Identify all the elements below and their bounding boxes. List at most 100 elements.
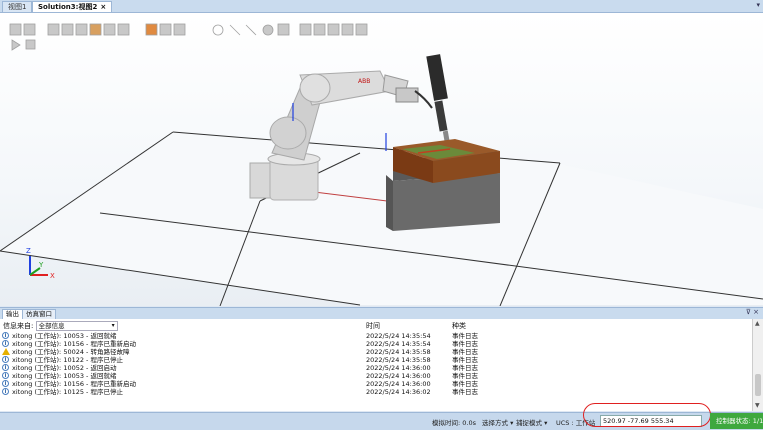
- measure-diameter-icon: [212, 24, 224, 36]
- info-icon: i: [2, 340, 9, 347]
- select-mode-dropdown[interactable]: 选择方式 ▾: [482, 417, 513, 427]
- log-time: 2022/5/24 14:36:00: [366, 364, 431, 372]
- log-category: 事件日志: [452, 388, 478, 396]
- robot-brand-label: ABB: [358, 78, 370, 85]
- controller-status[interactable]: 控制器状态: 1/1: [710, 413, 763, 429]
- log-message: xitong (工作站): 10052 - 返回启动: [12, 364, 117, 372]
- log-time: 2022/5/24 14:35:58: [366, 356, 431, 364]
- log-category: 事件日志: [452, 340, 478, 348]
- snap-local-icon: [117, 23, 130, 36]
- log-row[interactable]: i xitong (工作站): 10053 - 返回就绪 2022/5/24 14:…: [2, 372, 747, 380]
- scroll-thumb[interactable]: [755, 374, 761, 396]
- scroll-down-icon[interactable]: ▼: [755, 402, 760, 409]
- tab-solution3-view2[interactable]: Solution3:视图2 ×: [32, 1, 113, 12]
- info-icon: i: [2, 332, 9, 339]
- log-category: 事件日志: [452, 372, 478, 380]
- snap-mode-dropdown[interactable]: 捕捉模式 ▾: [516, 417, 547, 427]
- controller-count: 1/1: [752, 417, 763, 425]
- log-row[interactable]: i xitong (工作站): 10156 - 程序已重新启动 2022/5/24 …: [2, 340, 747, 348]
- log-time: 2022/5/24 14:36:00: [366, 372, 431, 380]
- log-row[interactable]: i xitong (工作站): 10156 - 程序已重新启动 2022/5/24 …: [2, 380, 747, 388]
- minimum-distance-icon: [277, 23, 290, 36]
- snap-midpoint-icon: [75, 23, 88, 36]
- tab-view1-label: 视图1: [8, 3, 27, 11]
- column-header-category[interactable]: 种类: [452, 321, 466, 331]
- log-time: 2022/5/24 14:35:54: [366, 332, 431, 340]
- floor-grid: [0, 131, 763, 306]
- measure-angle-icon: [173, 23, 186, 36]
- tab-simulation-window-label: 仿真窗口: [26, 310, 52, 318]
- red-highlight-circle: [583, 403, 711, 427]
- log-message: xitong (工作站): 50024 - 转角路径故障: [12, 348, 130, 356]
- log-category: 事件日志: [452, 364, 478, 372]
- tab-view1[interactable]: 视图1: [2, 1, 33, 12]
- log-time: 2022/5/24 14:35:58: [366, 348, 431, 356]
- log-time: 2022/5/24 14:36:02: [366, 388, 431, 396]
- sim-control-icon: [299, 23, 312, 36]
- info-icon: i: [2, 372, 9, 379]
- panel-pin-close-icon[interactable]: ⊽ ×: [746, 308, 759, 316]
- filter-row: 信息来自: 全部信息 ▾: [3, 321, 118, 331]
- stop-icon: [25, 39, 36, 50]
- tab-solution3-view2-label: Solution3:视图2: [38, 3, 98, 11]
- snap-object-icon: [47, 23, 60, 36]
- log-row[interactable]: i xitong (工作站): 10125 - 程序已停止 2022/5/24 14…: [2, 388, 747, 396]
- log-category: 事件日志: [452, 332, 478, 340]
- controller-status-label: 控制器状态:: [716, 417, 751, 425]
- measure-distance-icon: [159, 23, 172, 36]
- log-message: xitong (工作站): 10053 - 返回就绪: [12, 372, 117, 380]
- measure-line-icon: [229, 24, 241, 36]
- log-message: xitong (工作站): 10156 - 程序已重新启动: [12, 340, 136, 348]
- log-message: xitong (工作站): 10125 - 程序已停止: [12, 388, 123, 396]
- snap-edge-icon: [89, 23, 102, 36]
- document-tab-bar: 视图1 Solution3:视图2 × ▾: [0, 0, 763, 13]
- filter-label: 信息来自:: [3, 322, 34, 330]
- filter-value: 全部信息: [38, 322, 65, 330]
- snap-center-icon: [61, 23, 74, 36]
- axis-x-label: X: [50, 272, 55, 280]
- log-category: 事件日志: [452, 348, 478, 356]
- tab-menu-icon[interactable]: ▾: [756, 1, 760, 9]
- play-icon: [11, 39, 21, 51]
- scroll-up-icon[interactable]: ▲: [755, 320, 760, 327]
- info-icon: i: [2, 388, 9, 395]
- sim-setup-icon: [313, 23, 326, 36]
- info-icon: i: [2, 380, 9, 387]
- log-row[interactable]: i xitong (工作站): 10052 - 返回启动 2022/5/24 14:…: [2, 364, 747, 372]
- sim-monitor-icon: [341, 23, 354, 36]
- log-row[interactable]: xitong (工作站): 50024 - 转角路径故障 2022/5/24 14…: [2, 348, 747, 356]
- log-category: 事件日志: [452, 356, 478, 364]
- axis-z-label: Z: [26, 247, 31, 255]
- output-panel: 信息来自: 全部信息 ▾ 时间 种类 i xitong (工作站): 10053 -…: [0, 319, 752, 411]
- log-category: 事件日志: [452, 380, 478, 388]
- work-table[interactable]: [386, 139, 500, 231]
- measure-line2-icon: [245, 24, 257, 36]
- view-toolbar: [8, 23, 428, 63]
- welding-torch[interactable]: [414, 54, 451, 154]
- snap-grid-icon: [103, 23, 116, 36]
- warning-icon: [2, 348, 10, 355]
- output-scrollbar[interactable]: ▲ ▼: [752, 319, 763, 411]
- select-part-icon: [23, 23, 36, 36]
- output-tab-bar: 输出 仿真窗口 ⊽ ×: [0, 307, 763, 320]
- close-icon[interactable]: ×: [100, 3, 106, 11]
- sim-record-icon: [327, 23, 340, 36]
- log-row[interactable]: i xitong (工作站): 10053 - 返回就绪 2022/5/24 14:…: [2, 332, 747, 340]
- sim-time-text: 模拟时间: 0.0s: [432, 419, 476, 427]
- log-message: xitong (工作站): 10156 - 程序已重新启动: [12, 380, 136, 388]
- measure-point-icon: [262, 24, 274, 36]
- 3d-viewport[interactable]: ABB Z X Y: [0, 13, 763, 306]
- log-row[interactable]: i xitong (工作站): 10122 - 程序已停止 2022/5/24 14…: [2, 356, 747, 364]
- measure-icon: [145, 23, 158, 36]
- select-icon: [9, 23, 22, 36]
- sim-io-icon: [355, 23, 368, 36]
- chevron-down-icon: ▾: [111, 322, 115, 329]
- log-time: 2022/5/24 14:35:54: [366, 340, 431, 348]
- axis-y-label: Y: [38, 261, 44, 269]
- info-icon: i: [2, 364, 9, 371]
- column-header-time[interactable]: 时间: [366, 321, 380, 331]
- filter-select[interactable]: 全部信息 ▾: [35, 321, 118, 331]
- tab-output-label: 输出: [6, 310, 19, 318]
- log-message: xitong (工作站): 10053 - 返回就绪: [12, 332, 117, 340]
- info-icon: i: [2, 356, 9, 363]
